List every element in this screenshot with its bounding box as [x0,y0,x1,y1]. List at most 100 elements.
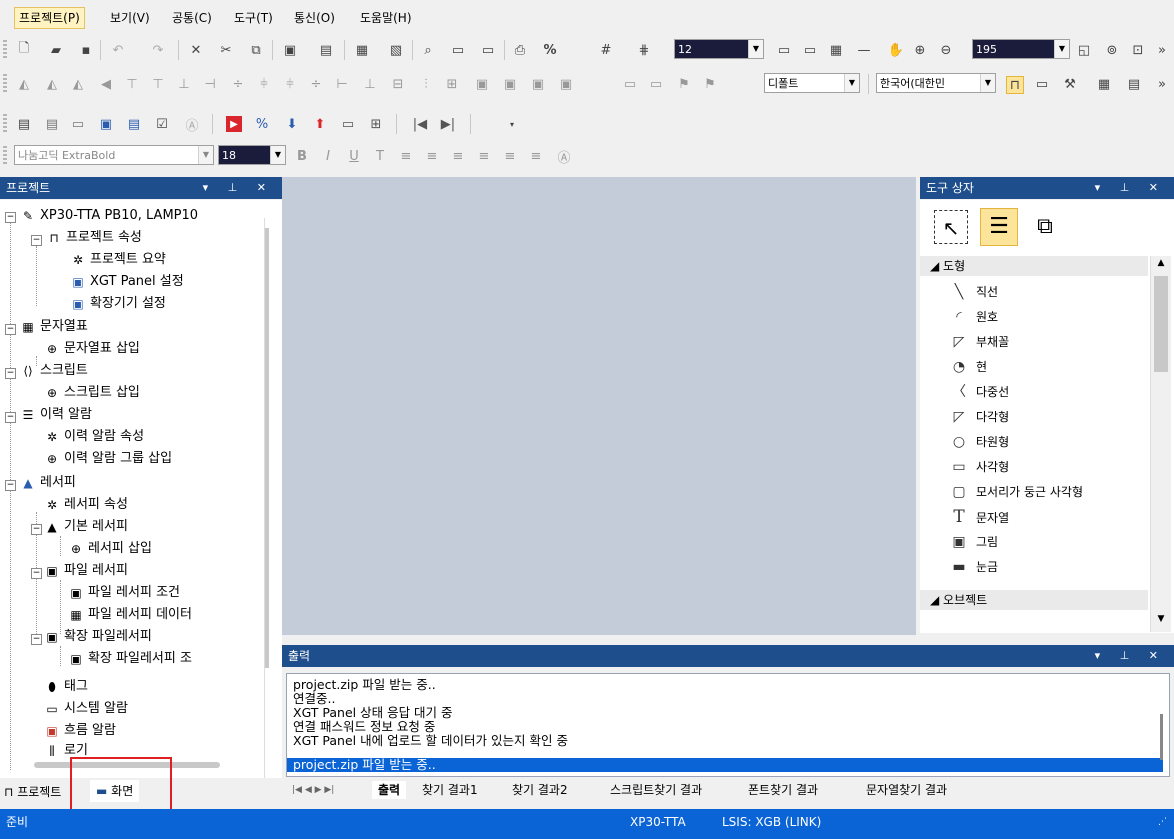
copy-icon[interactable]: ⧉ [248,42,264,58]
layout2-icon[interactable]: ▭ [802,42,818,58]
tree-item-ext-file-recipe-cond[interactable]: ▣ 확장 파일레서피 조 [68,648,192,670]
align-8-icon[interactable]: ÷ [308,76,324,92]
tree-item-history-alarm[interactable]: ☰ 이력 알람 [20,404,92,426]
group-objects[interactable]: ◢ 오브젝트 [920,590,1148,610]
save-icon[interactable]: ▪ [78,42,94,58]
distribute-h-icon[interactable]: ⊢ [334,76,350,92]
align-text-center-icon[interactable]: ≡ [424,148,440,164]
font-color-icon[interactable]: Ⓐ [556,148,572,166]
group-shapes[interactable]: ◢ 도형 [920,256,1148,276]
output-scrollbar[interactable] [1160,714,1163,760]
tool-scale[interactable]: ▬ 눈금 [950,555,998,579]
fit-icon[interactable]: ◱ [1076,42,1092,58]
device-icon[interactable]: ⊞ [368,116,384,132]
align-6-icon[interactable]: ⫩ [256,76,272,92]
screen-canvas[interactable] [282,177,916,635]
align-center-icon[interactable]: ◭ [44,76,60,92]
window-icon[interactable]: ▭ [480,42,496,58]
tool-polyline[interactable]: 〈 다중선 [950,380,1009,404]
print-icon[interactable]: ⎙ [512,42,528,58]
expand-recipe[interactable]: − [5,480,16,491]
valign-bottom-icon[interactable]: ≡ [528,148,544,164]
grid-toggle-icon[interactable]: # [598,42,614,58]
paste-icon[interactable]: ▣ [282,42,298,58]
tool-rectangle[interactable]: ▭ 사각형 [950,455,1009,479]
language-combo[interactable]: 한국어(대한민 ▼ [876,73,996,93]
align-4-icon[interactable]: ⊣ [202,76,218,92]
align-top-icon[interactable]: ⊤ [124,76,140,92]
first-icon[interactable]: |◀ [412,116,428,132]
same-size-icon[interactable]: ⊞ [444,76,460,92]
tree-item-file-recipe[interactable]: ▣ 파일 레서피 [44,560,128,582]
align-7-icon[interactable]: ⫩ [282,76,298,92]
expand-ext-file-recipe[interactable]: − [31,634,42,645]
toolbox-scrollbar[interactable]: ▲ ▼ [1150,256,1171,632]
comm-2-icon[interactable]: ▤ [44,116,60,132]
tree-item-basic-recipe[interactable]: ▲ 기본 레서피 [44,516,128,538]
toolbar3-overflow-icon[interactable]: ▾ [504,116,520,132]
undo-icon[interactable]: ↶ [110,42,126,58]
tab-script-find[interactable]: 스크립트찾기 결과 [604,781,708,799]
tree-item-properties[interactable]: ⊓ 프로젝트 속성 [46,227,142,249]
align-right-icon[interactable]: ◭ [70,76,86,92]
align-5-icon[interactable]: ÷ [230,76,246,92]
tree-item-file-recipe-data[interactable]: ▦ 파일 레서피 데이터 [68,604,192,626]
menu-common[interactable]: 공통(C) [168,8,216,28]
valign-middle-icon[interactable]: ≡ [502,148,518,164]
checklist-icon[interactable]: ☑ [154,116,170,132]
tab-find1[interactable]: 찾기 결과1 [416,781,484,799]
tree-item-ext-file-recipe[interactable]: ▣ 확장 파일레서피 [44,626,152,648]
zoom-100-icon[interactable]: ⊚ [1104,42,1120,58]
tab-find2[interactable]: 찾기 결과2 [506,781,574,799]
tree-item-file-recipe-cond[interactable]: ▣ 파일 레서피 조건 [68,582,180,604]
pointer-tool-icon[interactable]: ↖ [934,210,968,244]
align-middle-icon[interactable]: ⊤ [150,76,166,92]
zoom-in-icon[interactable]: ⊕ [912,42,928,58]
expand-script[interactable]: − [5,368,16,379]
output-window-icon[interactable]: ▤ [1126,76,1142,92]
tree-item-tag[interactable]: ⬮ 태그 [44,676,88,698]
resize-grip-icon[interactable]: ⋰ [1158,809,1167,835]
tree-item-extension[interactable]: ▣ 확장기기 설정 [70,293,166,315]
text-size-combo[interactable]: 18 ▼ [218,145,286,165]
same-width-icon[interactable]: ⊟ [390,76,406,92]
group-icon[interactable]: ⚑ [702,76,718,92]
expand-file-recipe[interactable]: − [31,568,42,579]
tool-rounded-rect[interactable]: ▢ 모서리가 둥근 사각형 [950,480,1083,504]
send-back-icon[interactable]: ▣ [502,76,518,92]
tool-fan[interactable]: ◸ 부채꼴 [950,330,1010,354]
comm-4-icon[interactable]: ▣ [98,116,114,132]
table-icon[interactable]: ▦ [828,42,844,58]
grid-icon[interactable]: ▦ [354,42,370,58]
monitor-icon[interactable]: ▭ [340,116,356,132]
screen-window-icon[interactable]: ▭ [1034,76,1050,92]
zoom-out-icon[interactable]: ⊖ [938,42,954,58]
expand-basic-recipe[interactable]: − [31,524,42,535]
project-scrollbar[interactable] [264,218,279,778]
output-line-selected[interactable]: project.zip 파일 받는 중.. [287,758,1163,772]
layout-icon[interactable]: ▭ [776,42,792,58]
panel-controls[interactable]: ▾ ⊥ ✕ [1095,177,1166,199]
forward-icon[interactable]: ▣ [530,76,546,92]
project-window-icon[interactable]: ⊓ [1006,76,1024,94]
bring-front-icon[interactable]: ▣ [474,76,490,92]
comm-3-icon[interactable]: ▭ [70,116,86,132]
tool-arc[interactable]: ◜ 원호 [950,305,998,329]
align-text-right-icon[interactable]: ≡ [450,148,466,164]
tree-item-alarm-group[interactable]: ⊕ 이력 알람 그룹 삽입 [44,448,172,470]
dev-icon[interactable]: ▭ [648,76,664,92]
expand-root[interactable]: − [5,212,16,223]
tab-string-find[interactable]: 문자열찾기 결과 [860,781,953,799]
expand-properties[interactable]: − [31,235,42,246]
screen-icon[interactable]: ▭ [450,42,466,58]
tab-output[interactable]: 출력 [372,781,407,799]
toolbox-icon[interactable]: ⚒ [1062,76,1078,92]
valign-top-icon[interactable]: ≡ [476,148,492,164]
font-family-combo[interactable]: 나눔고딕 ExtraBold ▼ [14,145,214,165]
line-style-icon[interactable]: — [856,42,872,58]
toolbar-overflow-icon[interactable]: » [1154,42,1170,58]
tree-item-insert-script[interactable]: ⊕ 스크립트 삽입 [44,382,140,404]
tree-item-alarm-props[interactable]: ✲ 이력 알람 속성 [44,426,144,448]
align-text-left-icon[interactable]: ≡ [398,148,414,164]
align-icon[interactable]: ▧ [388,42,404,58]
